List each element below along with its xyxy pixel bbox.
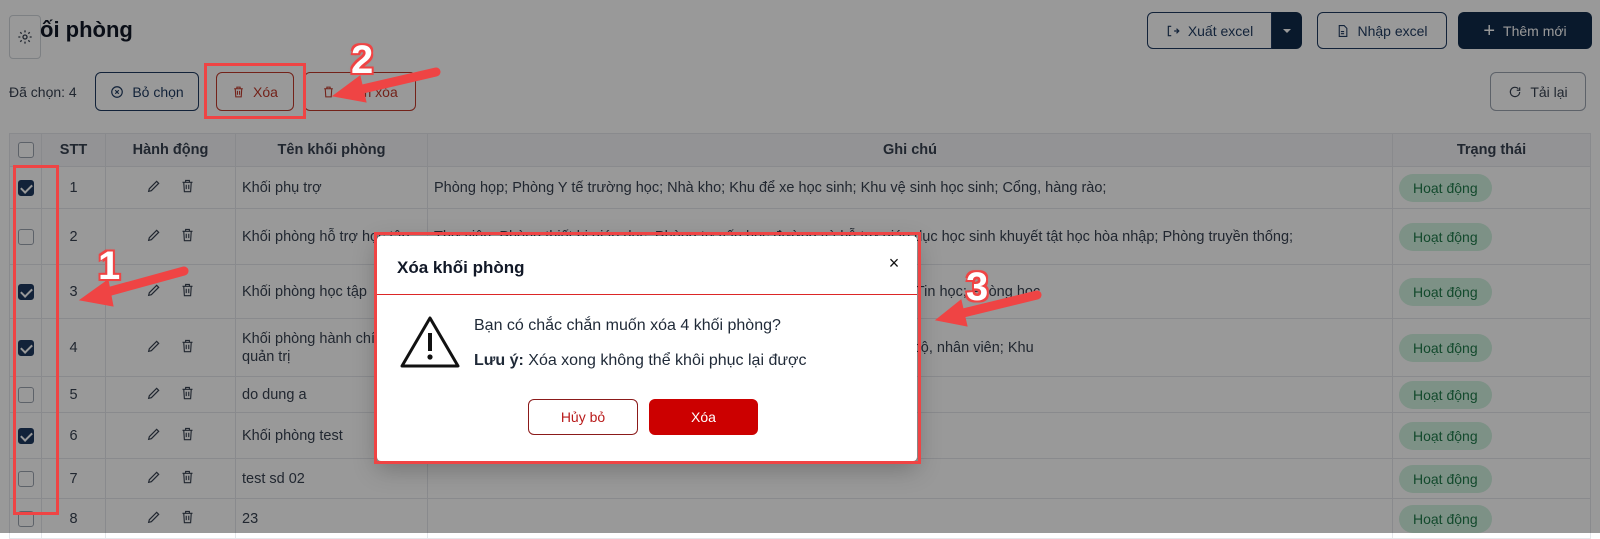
callout-1: 1 bbox=[98, 244, 121, 288]
highlight-box-dialog bbox=[374, 232, 921, 464]
highlight-box-delete bbox=[204, 63, 306, 119]
callout-2: 2 bbox=[351, 38, 374, 82]
highlight-box-checkboxes bbox=[13, 165, 59, 515]
page: ối phòng Xuất excel Nhập excel + Thêm mớ… bbox=[0, 0, 1600, 539]
callout-3: 3 bbox=[966, 265, 989, 309]
